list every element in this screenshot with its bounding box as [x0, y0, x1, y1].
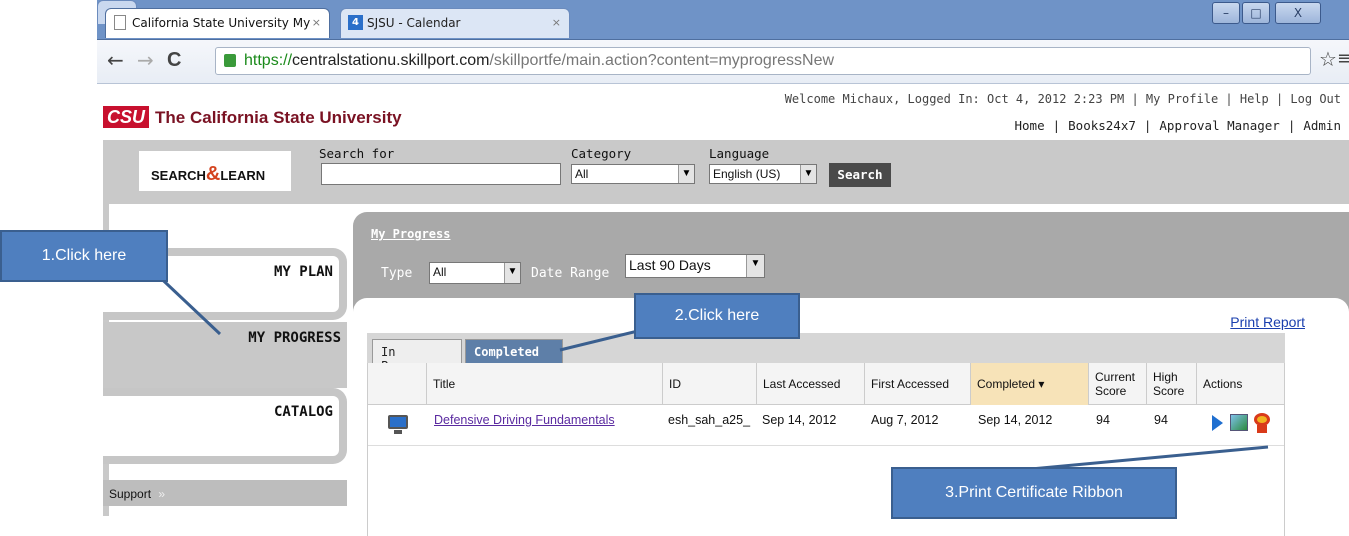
header-last-accessed[interactable]: Last Accessed [756, 363, 864, 405]
tab-close-icon[interactable]: × [552, 16, 561, 29]
date-range-value: Last 90 Days [629, 257, 711, 273]
print-report-link[interactable]: Print Report [1230, 314, 1305, 330]
chart-icon[interactable] [1230, 414, 1248, 431]
search-button[interactable]: Search [829, 163, 891, 187]
logo-name: The California State University [155, 108, 402, 127]
nav-separator: | [1143, 118, 1152, 133]
browser-tab-sjsu[interactable]: 4 SJSU - Calendar × [340, 8, 570, 38]
language-label: Language [709, 146, 770, 161]
header-first-accessed[interactable]: First Accessed [864, 363, 970, 405]
chevron-down-icon: ▼ [746, 255, 764, 277]
url-path: /skillportfe/main.action?content=myprogr… [489, 52, 835, 69]
minimize-icon[interactable]: – [1212, 2, 1240, 24]
category-label: Category [571, 146, 632, 161]
chevron-right-icon: » [158, 487, 166, 501]
header-id[interactable]: ID [662, 363, 756, 405]
menu-icon[interactable]: ≡ [1337, 49, 1349, 69]
last-accessed: Sep 14, 2012 [762, 413, 837, 427]
table-header: Title ID Last Accessed First Accessed Co… [368, 363, 1284, 405]
close-window-icon[interactable]: X [1275, 2, 1321, 24]
star-icon[interactable]: ☆ [1319, 49, 1337, 69]
header-actions: Actions [1196, 363, 1284, 405]
computer-stand-icon [394, 430, 402, 434]
csu-logo[interactable]: CSU The California State University [103, 106, 402, 130]
support-link[interactable]: Support » [103, 480, 347, 506]
date-range-select[interactable]: Last 90 Days ▼ [625, 254, 765, 278]
progress-tabs: In Progress Completed [367, 333, 1285, 373]
nav-separator: | [1287, 118, 1296, 133]
url-host: centralstationu.skillport.com [292, 52, 490, 69]
forward-icon[interactable]: → [137, 50, 154, 70]
header-high-score[interactable]: High Score [1146, 363, 1196, 405]
maximize-icon[interactable]: □ [1242, 2, 1270, 24]
type-label: Type [381, 266, 413, 281]
ribbon-tails-icon [1257, 425, 1267, 433]
support-label: Support [109, 487, 152, 501]
category-value: All [575, 167, 589, 181]
tab-close-icon[interactable]: × [312, 16, 321, 29]
header-title[interactable]: Title [426, 363, 662, 405]
my-progress-link[interactable]: My Progress [371, 227, 450, 241]
nav-catalog[interactable]: CATALOG [103, 388, 347, 464]
nav-books24x7[interactable]: Books24x7 [1068, 118, 1136, 133]
play-icon[interactable] [1212, 415, 1223, 431]
lock-icon [224, 54, 236, 67]
course-link[interactable]: Defensive Driving Fundamentals [434, 413, 615, 427]
nav-my-progress[interactable]: MY PROGRESS [103, 322, 347, 388]
current-score: 94 [1096, 413, 1110, 427]
page-icon [114, 15, 126, 30]
course-id: esh_sah_a25_ [668, 413, 751, 427]
nav-approval-manager[interactable]: Approval Manager [1159, 118, 1279, 133]
tab-completed[interactable]: Completed [465, 339, 563, 363]
browser-toolbar: ← → C https://centralstationu.skillport.… [97, 40, 1349, 84]
logo-mark: CSU [103, 106, 150, 128]
welcome-bar: Welcome Michaux, Logged In: Oct 4, 2012 … [784, 92, 1341, 106]
tab-label: California State University My [132, 16, 311, 30]
nav-home[interactable]: Home [1015, 118, 1045, 133]
back-icon[interactable]: ← [107, 50, 124, 70]
brand-amp: & [205, 163, 221, 185]
nav-admin[interactable]: Admin [1303, 118, 1341, 133]
tab-in-progress[interactable]: In Progress [372, 339, 462, 373]
row-divider [368, 445, 1284, 446]
header-icon-col [368, 363, 426, 405]
header-current-score[interactable]: Current Score [1088, 363, 1146, 405]
browser-tab-csu[interactable]: California State University My × [105, 8, 330, 38]
category-select[interactable]: All ▼ [571, 164, 695, 184]
first-accessed: Aug 7, 2012 [871, 413, 939, 427]
search-and-learn-logo: SEARCH&LEARN [139, 151, 291, 191]
top-navigation: Home | Books24x7 | Approval Manager | Admin [1015, 118, 1342, 133]
course-title[interactable]: Defensive Driving Fundamentals [434, 413, 615, 427]
chevron-down-icon: ▼ [800, 165, 816, 183]
nav-separator: | [1052, 118, 1061, 133]
type-select[interactable]: All ▼ [429, 262, 521, 284]
results-container: Print Report In Progress Completed Title… [353, 298, 1349, 536]
reload-icon[interactable]: C [167, 50, 181, 70]
header-completed[interactable]: Completed ▾ [970, 363, 1088, 405]
date-range-label: Date Range [531, 266, 610, 281]
annotation-step3: 3.Print Certificate Ribbon [891, 467, 1177, 519]
my-progress-panel: My Progress Type All ▼ Date Range Last 9… [353, 212, 1349, 536]
type-value: All [433, 265, 447, 279]
annotation-step1: 1.Click here [0, 230, 168, 282]
search-for-label: Search for [319, 146, 395, 161]
tab-label: SJSU - Calendar [367, 16, 461, 30]
brand-left: SEARCH [151, 168, 206, 183]
annotation-step2: 2.Click here [634, 293, 800, 339]
computer-icon [388, 415, 408, 429]
url-scheme: https:// [244, 52, 293, 69]
search-band: SEARCH&LEARN Search for Category All ▼ L… [103, 140, 1349, 204]
language-select[interactable]: English (US) ▼ [709, 164, 817, 184]
brand-right: LEARN [220, 168, 266, 183]
chevron-down-icon: ▼ [678, 165, 694, 183]
address-bar[interactable]: https://centralstationu.skillport.com/sk… [215, 47, 1311, 75]
completed-date: Sep 14, 2012 [978, 413, 1053, 427]
search-input[interactable] [321, 163, 561, 185]
high-score: 94 [1154, 413, 1168, 427]
language-value: English (US) [713, 167, 781, 181]
browser-tab-strip: California State University My × 4 SJSU … [97, 0, 1349, 40]
calendar-icon: 4 [348, 15, 363, 30]
chevron-down-icon: ▼ [504, 263, 520, 283]
